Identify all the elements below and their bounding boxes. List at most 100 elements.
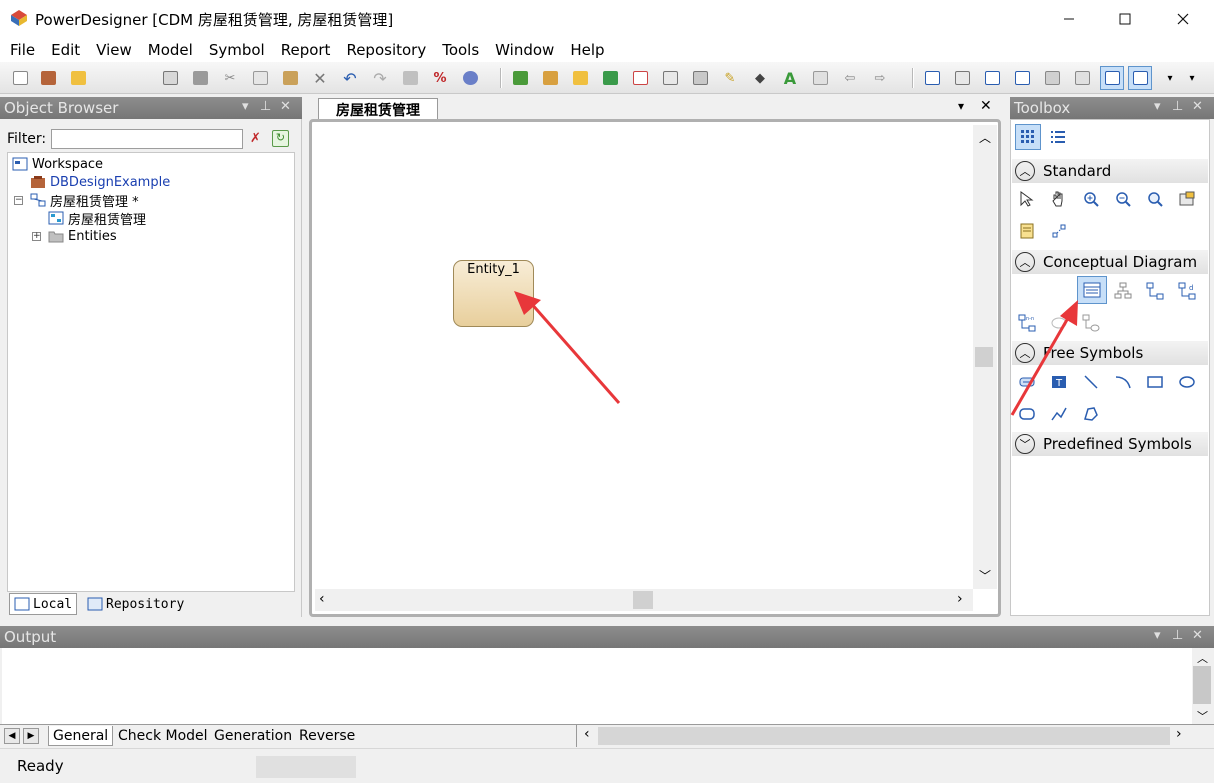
tree-item-db-example[interactable]: DBDesignExample — [30, 173, 170, 191]
object-browser-toggle-icon[interactable] — [1100, 66, 1124, 90]
tree-item-model[interactable]: 房屋租赁管理 * — [30, 191, 139, 210]
page-icon[interactable] — [982, 68, 1002, 88]
properties-tool-icon[interactable] — [1174, 186, 1200, 212]
output-pin-icon[interactable]: ⊥ — [1172, 628, 1183, 643]
collapse-model-icon[interactable]: − — [14, 196, 23, 205]
tree-item-workspace[interactable]: Workspace — [12, 155, 103, 173]
new-project-icon[interactable] — [38, 68, 58, 88]
large-icons-view-icon[interactable] — [1015, 124, 1041, 150]
menu-edit[interactable]: Edit — [41, 41, 86, 59]
font-icon[interactable]: A — [780, 68, 800, 88]
output-scroll-down-icon[interactable]: ﹀ — [1197, 708, 1208, 724]
redo-icon[interactable]: ↷ — [370, 68, 390, 88]
windows-icon[interactable] — [1072, 68, 1092, 88]
menu-view[interactable]: View — [86, 41, 138, 59]
document-list-icon[interactable]: ▾ — [958, 99, 964, 113]
panel-menu-icon[interactable]: ▾ — [242, 99, 249, 114]
output-menu-icon[interactable]: ▾ — [1154, 628, 1161, 643]
menu-tools[interactable]: Tools — [432, 41, 485, 59]
output-toggle-icon[interactable] — [1128, 66, 1152, 90]
relationship-tool-icon[interactable] — [1142, 278, 1168, 304]
ellipse-tool-icon[interactable] — [1174, 369, 1200, 395]
horizontal-scroll-thumb[interactable] — [633, 591, 653, 609]
diagram-view-icon[interactable] — [922, 68, 942, 88]
tab-reverse[interactable]: Reverse — [295, 726, 359, 746]
document-close-icon[interactable]: ✕ — [980, 98, 992, 114]
panel-close-icon[interactable]: ✕ — [280, 99, 291, 114]
zoom-in-icon[interactable] — [1078, 186, 1104, 212]
output-close-icon[interactable]: ✕ — [1192, 628, 1203, 643]
zoom-out-icon[interactable] — [1110, 186, 1136, 212]
diagram-horizontal-scrollbar[interactable]: ‹ › — [315, 589, 973, 611]
toolbar-overflow-icon-2[interactable]: ▾ — [1182, 68, 1202, 88]
toolbox-close-icon[interactable]: ✕ — [1192, 99, 1203, 114]
print-preview-icon[interactable] — [160, 68, 180, 88]
find-object-icon[interactable] — [570, 68, 590, 88]
shadow-icon[interactable] — [660, 68, 680, 88]
scroll-down-icon[interactable]: ﹀ — [979, 567, 991, 584]
text-tool-icon[interactable] — [1014, 369, 1040, 395]
entity-tool-icon[interactable] — [1077, 276, 1107, 304]
rounded-rectangle-tool-icon[interactable] — [1014, 401, 1040, 427]
menu-report[interactable]: Report — [271, 41, 337, 59]
title-tool-icon[interactable]: T — [1046, 369, 1072, 395]
output-scroll-thumb[interactable] — [1193, 666, 1211, 704]
link-tool-icon[interactable] — [1046, 218, 1072, 244]
scroll-up-icon[interactable]: ︿ — [979, 129, 991, 146]
line-tool-icon[interactable] — [1078, 369, 1104, 395]
association-tool-icon[interactable]: d — [1174, 278, 1200, 304]
toolbox-menu-icon[interactable]: ▾ — [1154, 99, 1161, 114]
expand-entities-icon[interactable]: + — [32, 232, 41, 241]
tab-repository[interactable]: Repository — [83, 593, 188, 615]
toolbox-pin-icon[interactable]: ⊥ — [1172, 99, 1183, 114]
output-hscroll-right-icon[interactable]: › — [1176, 726, 1182, 742]
grid-view-icon[interactable] — [952, 68, 972, 88]
toolbar-overflow-icon[interactable]: ▾ — [1160, 68, 1180, 88]
tab-diagram[interactable]: 房屋租赁管理 — [318, 98, 438, 120]
toolbox-section-standard[interactable]: ︿ Standard — [1012, 159, 1208, 183]
refresh-filter-icon[interactable]: ↻ — [272, 130, 289, 147]
toolbox-section-free[interactable]: ︿ Free Symbols — [1012, 341, 1208, 365]
output-hscroll-left-icon[interactable]: ‹ — [584, 726, 590, 742]
undo-icon[interactable]: ↶ — [340, 68, 360, 88]
vertical-scroll-thumb[interactable] — [975, 347, 993, 367]
diagram-canvas[interactable] — [315, 125, 973, 589]
menu-symbol[interactable]: Symbol — [199, 41, 271, 59]
menu-help[interactable]: Help — [560, 41, 610, 59]
note-tool-icon[interactable] — [1014, 218, 1040, 244]
close-button[interactable] — [1154, 0, 1212, 38]
format-icon[interactable] — [810, 68, 830, 88]
scroll-left-icon[interactable]: ‹ — [319, 591, 325, 607]
global-icon[interactable] — [460, 68, 480, 88]
fill-icon[interactable]: ◆ — [750, 68, 770, 88]
menu-window[interactable]: Window — [485, 41, 560, 59]
check-model-icon[interactable] — [630, 68, 650, 88]
scroll-right-icon[interactable]: › — [957, 591, 963, 607]
filter-input[interactable] — [51, 129, 243, 149]
check-spelling-icon[interactable]: % — [430, 68, 450, 88]
output-vertical-scrollbar[interactable]: ︿ ﹀ — [1192, 648, 1212, 726]
association-link-tool-icon[interactable] — [1046, 310, 1072, 336]
package-icon[interactable] — [540, 68, 560, 88]
layout-icon[interactable] — [1042, 68, 1062, 88]
model-icon[interactable] — [510, 68, 530, 88]
toolbox-section-conceptual[interactable]: ︿ Conceptual Diagram — [1012, 250, 1208, 274]
paste-icon[interactable] — [280, 68, 300, 88]
menu-file[interactable]: File — [0, 41, 41, 59]
polyline-tool-icon[interactable] — [1046, 401, 1072, 427]
new-file-icon[interactable] — [10, 68, 30, 88]
association-attached-tool-icon[interactable] — [1078, 310, 1104, 336]
arc-tool-icon[interactable] — [1110, 369, 1136, 395]
open-folder-icon[interactable] — [68, 68, 88, 88]
tree-item-diagram[interactable]: 房屋租赁管理 — [48, 209, 146, 228]
pages-icon[interactable] — [1012, 68, 1032, 88]
maximize-button[interactable] — [1096, 0, 1154, 38]
print-icon[interactable] — [190, 68, 210, 88]
tab-scroll-right-icon[interactable]: ▶ — [23, 728, 39, 744]
forward-icon[interactable]: ⇨ — [870, 68, 890, 88]
tab-general[interactable]: General — [48, 726, 114, 746]
pointer-tool-icon[interactable] — [1014, 186, 1040, 212]
tab-local[interactable]: Local — [9, 593, 78, 615]
tab-generation[interactable]: Generation — [210, 726, 296, 746]
minimize-button[interactable] — [1040, 0, 1098, 38]
